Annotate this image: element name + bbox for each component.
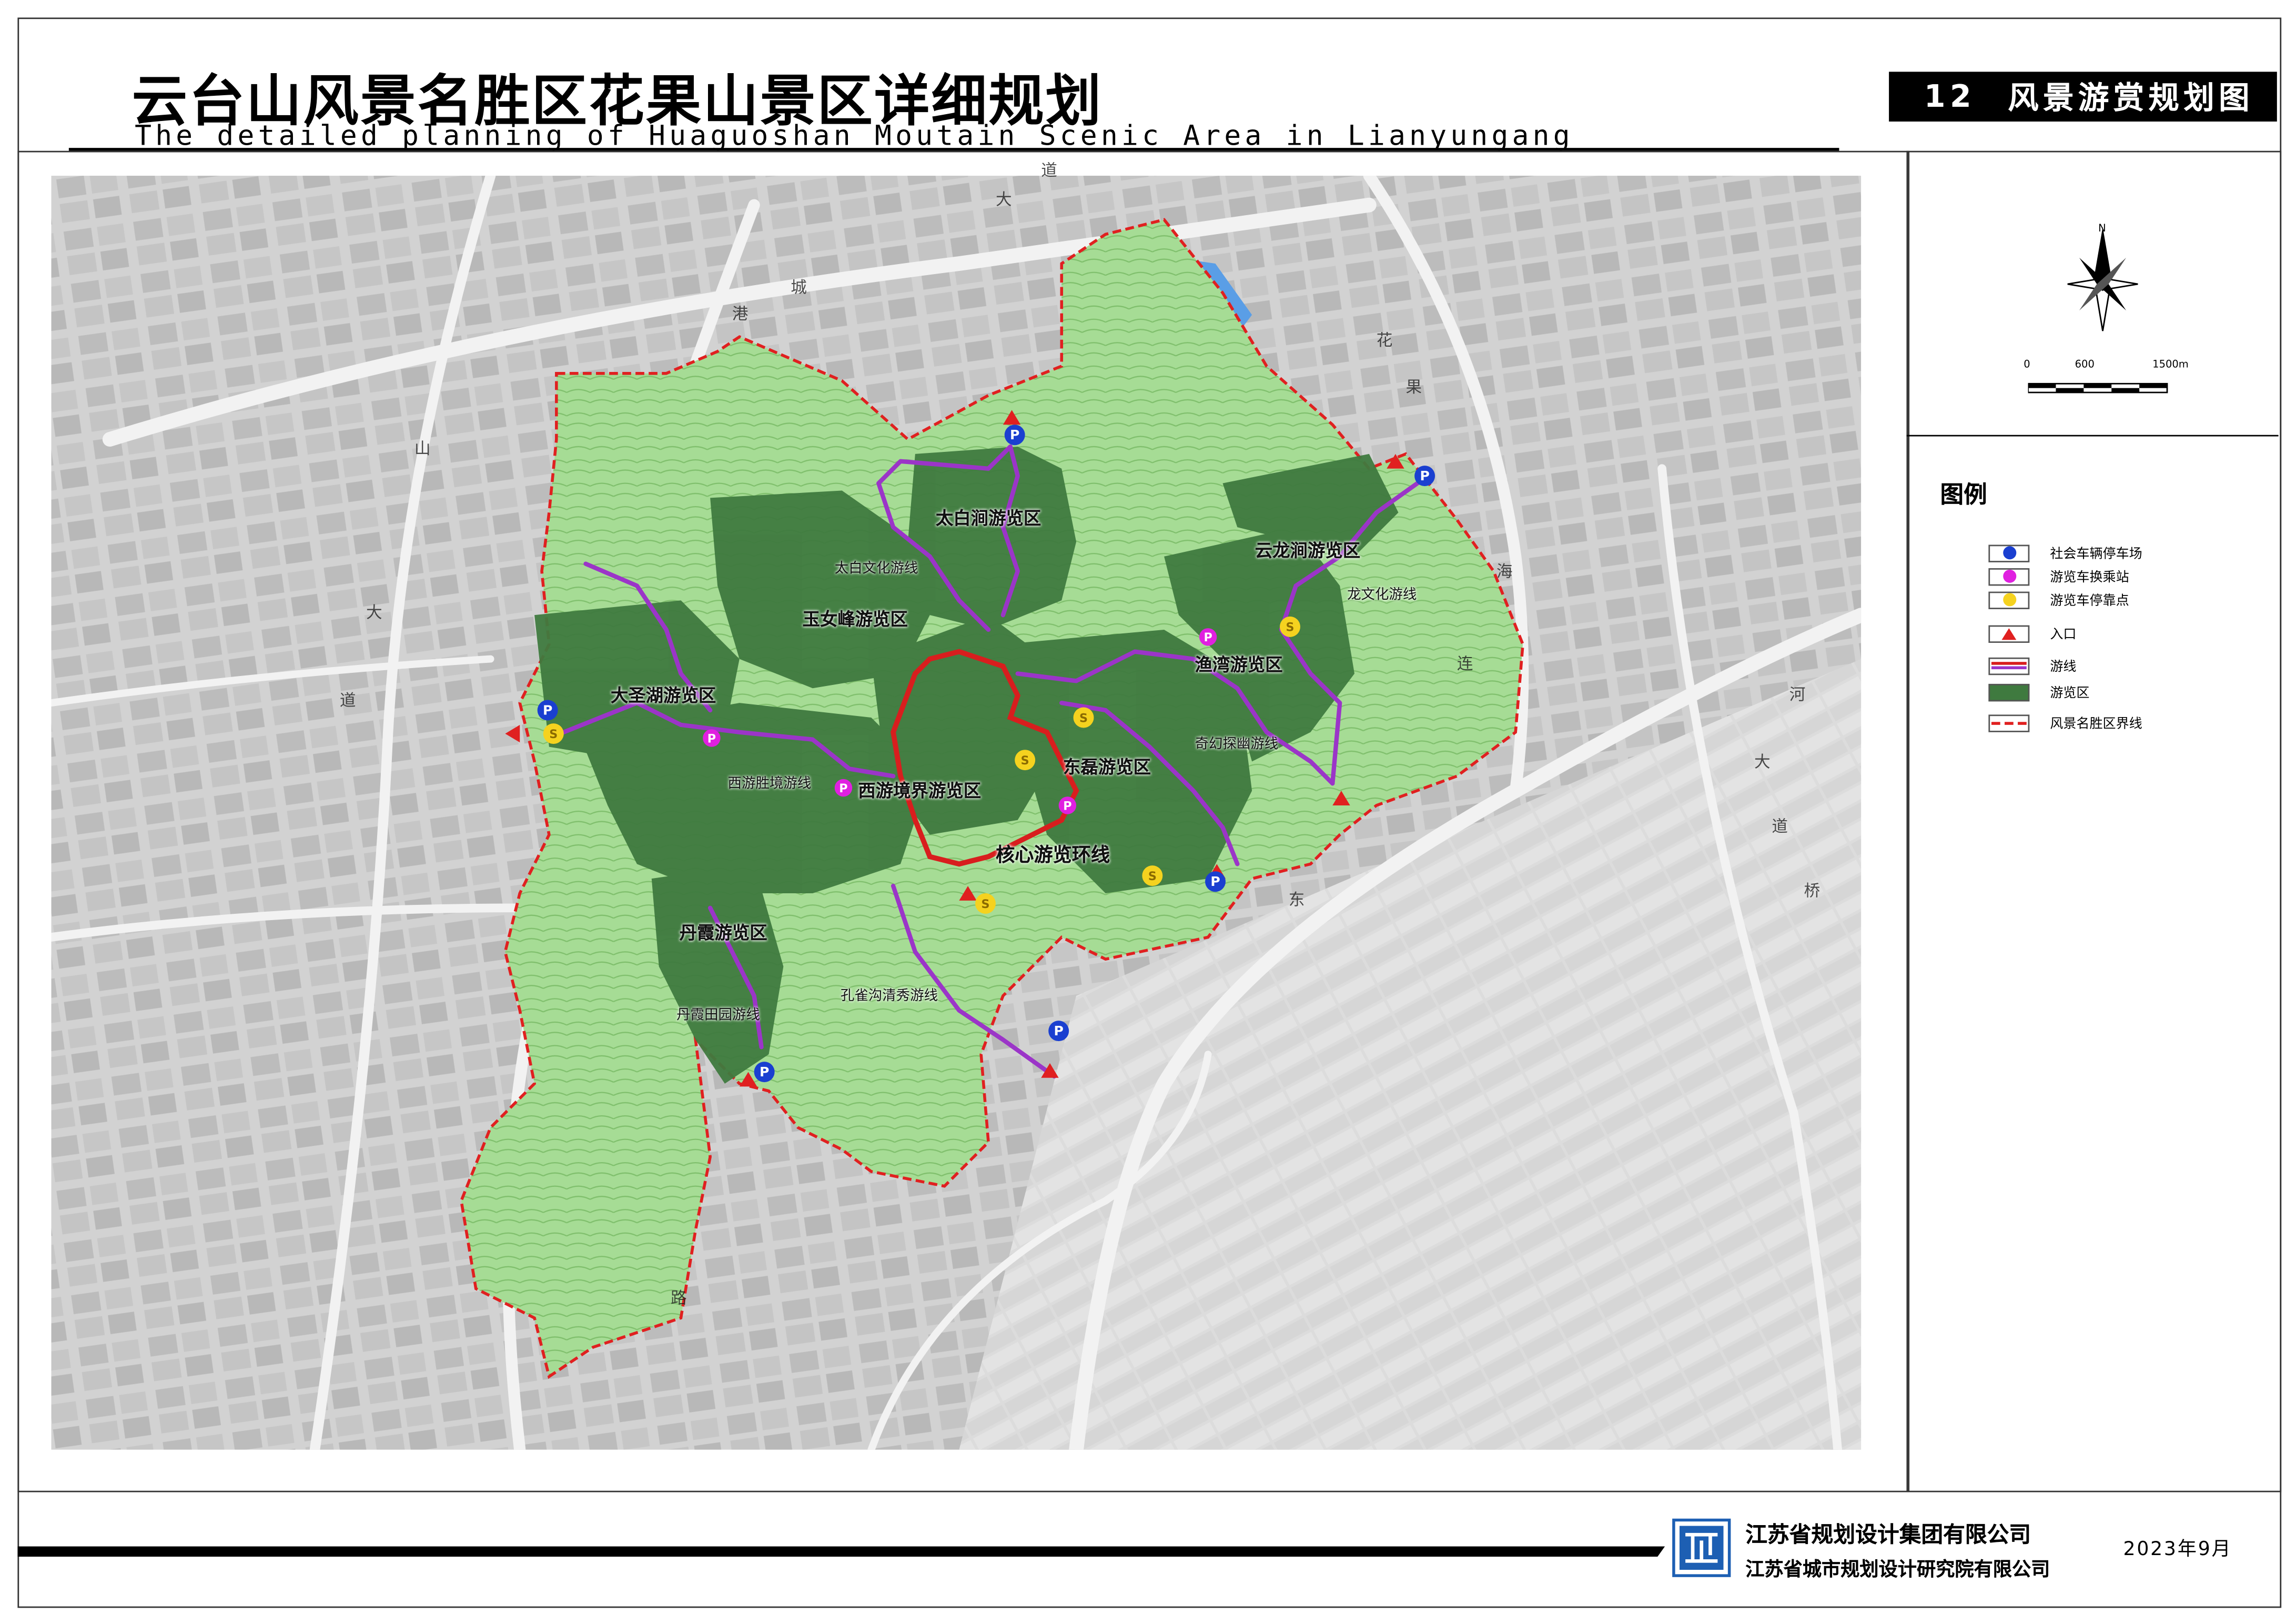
stop-glyph: S <box>1148 870 1157 883</box>
route-label-kongque: 孔雀沟清秀游线 <box>840 988 938 1005</box>
parking-icon <box>1988 544 2030 562</box>
road-label: 河 <box>1789 685 1806 704</box>
area-label-yuwan: 渔湾游览区 <box>1195 654 1283 675</box>
tour-route-line <box>1988 657 2030 674</box>
road-label: 连 <box>1457 654 1473 674</box>
area-label-danxia: 丹霞游览区 <box>679 922 767 943</box>
road-label: 路 <box>670 1288 687 1308</box>
legend-title: 图例 <box>1940 480 1987 508</box>
road-label: 港 <box>732 304 749 324</box>
road-label: 山 <box>414 439 431 459</box>
parking-glyph: P <box>1210 874 1220 889</box>
road-label: 东 <box>1288 890 1305 910</box>
parking-glyph: P <box>1054 1023 1064 1038</box>
route-label-dragon: 龙文化游线 <box>1347 587 1417 603</box>
transfer-glyph: P <box>1203 631 1212 644</box>
stop-glyph: S <box>1021 754 1029 768</box>
plan-date: 2023年9月 <box>2123 1539 2232 1561</box>
parking-glyph: P <box>760 1064 769 1080</box>
road-label: 城 <box>791 278 807 298</box>
entrance-triangle-icon <box>1988 624 2030 642</box>
route-label-taibai: 太白文化游线 <box>834 561 918 577</box>
north-label: N <box>2098 222 2106 234</box>
plan-sheet: 云台山风景名胜区花果山景区详细规划 The detailed planning … <box>0 0 2296 1624</box>
area-label-yunufeng: 玉女峰游览区 <box>802 609 908 630</box>
legend-label: 风景名胜区界线 <box>2050 717 2142 732</box>
sheet-title: 风景游赏规划图 <box>2008 80 2254 116</box>
route-label-danxia-tianyuan: 丹霞田园游线 <box>676 1007 760 1024</box>
legend-item-parking: 社会车辆停车场 <box>1988 543 2142 562</box>
area-label-yunlongjian: 云龙涧游览区 <box>1255 540 1361 561</box>
road-label: 大 <box>995 190 1012 210</box>
legend-label: 入口 <box>2050 628 2077 643</box>
legend-label: 社会车辆停车场 <box>2050 548 2142 562</box>
tour-area-taibaijian <box>907 446 1077 630</box>
route-label-qihuan: 奇幻探幽游线 <box>1195 737 1279 753</box>
title-english: The detailed planning of Huaguoshan Mout… <box>135 120 1574 153</box>
stop-glyph: S <box>549 728 558 741</box>
road-label: 果 <box>1405 378 1422 397</box>
footer-rule <box>17 1546 1665 1557</box>
legend-item-stop: 游览车停靠点 <box>1988 590 2129 609</box>
legend-panel-frame <box>1906 150 2282 1492</box>
legend-item-transfer: 游览车换乘站 <box>1988 567 2129 586</box>
road-label: 大 <box>1754 752 1771 772</box>
company-name-1: 江苏省规划设计集团有限公司 <box>1745 1521 2031 1548</box>
area-label-xiyoujingjie: 西游境界游览区 <box>858 780 982 801</box>
scale-label-1500: 1500m <box>2152 358 2189 371</box>
company-name-2: 江苏省城市规划设计研究院有限公司 <box>1745 1559 2050 1582</box>
company-logo-icon <box>1672 1518 1731 1577</box>
boundary-dashed-line <box>1988 714 2030 732</box>
road-label: 海 <box>1496 562 1513 582</box>
sheet-tag: 12 风景游赏规划图 <box>1889 72 2277 122</box>
area-label-donglei: 东磊游览区 <box>1063 757 1151 778</box>
road-label: 花 <box>1376 331 1393 350</box>
road-label: 道 <box>1772 817 1788 836</box>
tour-area-fill <box>1988 683 2030 701</box>
road-label: 道 <box>1041 161 1057 180</box>
stop-glyph: S <box>1079 711 1088 725</box>
legend-item-boundary: 风景名胜区界线 <box>1988 713 2142 732</box>
stop-point-icon <box>1988 591 2030 609</box>
legend-label: 游览车停靠点 <box>2050 594 2129 609</box>
area-label-taibaijian: 太白涧游览区 <box>935 508 1041 529</box>
legend-item-entrance: 入口 <box>1988 624 2076 643</box>
transfer-glyph: P <box>839 782 847 795</box>
sheet-number: 12 <box>1924 79 1976 115</box>
route-label-core-loop: 核心游览环线 <box>995 845 1110 867</box>
stop-glyph: S <box>1286 621 1294 634</box>
legend-item-tour-area: 游览区 <box>1988 682 2090 702</box>
parking-glyph: P <box>1010 427 1019 442</box>
parking-glyph: P <box>1420 468 1429 483</box>
road-label: 道 <box>339 691 356 711</box>
scale-bar <box>2028 382 2168 394</box>
transfer-glyph: P <box>1063 799 1071 813</box>
transfer-station-icon <box>1988 567 2030 586</box>
legend-divider <box>1906 435 2279 437</box>
road-label: 大 <box>366 603 382 623</box>
scenic-area-map: P P P P P P P P P P S S S S S S <box>51 176 1862 1450</box>
area-label-dashenghu: 大圣湖游览区 <box>610 685 716 706</box>
road-label: 桥 <box>1804 881 1820 901</box>
north-arrow: N <box>2067 222 2138 331</box>
transfer-glyph: P <box>707 732 716 745</box>
parking-glyph: P <box>543 702 552 718</box>
legend-label: 游览车换乘站 <box>2050 571 2129 586</box>
stop-glyph: S <box>981 897 989 911</box>
legend-item-route: 游线 <box>1988 656 2076 675</box>
route-label-xiyou: 西游胜境游线 <box>727 776 812 792</box>
legend-label: 游览区 <box>2050 687 2090 702</box>
scale-label-600: 600 <box>2075 358 2095 371</box>
scale-label-0: 0 <box>2024 358 2030 371</box>
legend-label: 游线 <box>2050 660 2077 675</box>
